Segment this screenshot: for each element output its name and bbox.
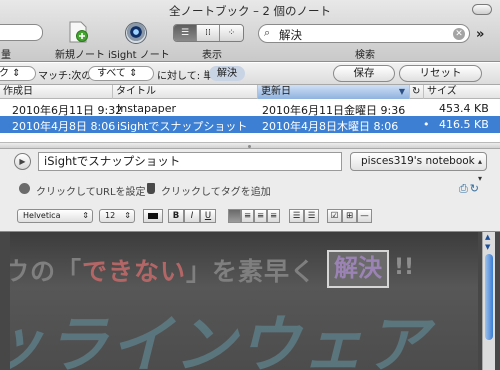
note-content-view[interactable]: ウの「できない」を素早く 解決 !! ッラインウェア ▲ ▼ xyxy=(0,231,500,370)
align-justify-icon[interactable]: ≡ xyxy=(267,209,280,223)
align-right-icon[interactable]: ≡ xyxy=(254,209,267,223)
italic-button[interactable]: I xyxy=(184,209,200,223)
search-query: 解決 xyxy=(279,28,302,42)
snapshot-big-text: ッラインウェア xyxy=(10,308,431,370)
match-label: マッチ:次の xyxy=(38,71,92,82)
notebook-select-value: pisces319's notebook xyxy=(361,155,475,167)
note-list-header: 作成日 タイトル 更新日 ▼ ↻ サイズ xyxy=(0,85,500,99)
headline-middle: 」を素早く xyxy=(186,257,317,286)
numbered-list-icon[interactable]: ☰ xyxy=(304,209,319,223)
toolbar-toggle-button[interactable] xyxy=(472,4,492,15)
window-toolbar: 全ノートブック – 2 個のノート 量 新規ノート iSight ノート ☰ ⁞… xyxy=(0,0,500,62)
set-url-link[interactable]: クリックしてURLを設定 xyxy=(36,183,146,198)
align-center-icon[interactable]: ≡ xyxy=(241,209,254,223)
url-compass-icon xyxy=(19,183,30,194)
search-highlight: 解決 xyxy=(327,250,389,288)
isight-camera-icon[interactable] xyxy=(125,22,147,44)
scroll-down-icon[interactable]: ▼ xyxy=(485,243,490,251)
toolbar-cutoff-label: 量 xyxy=(1,50,11,61)
scroll-up-icon[interactable]: ▲ xyxy=(485,233,490,241)
font-family-value: Helvetica xyxy=(23,211,61,220)
note-size: 416.5 KB xyxy=(439,118,489,131)
bold-button[interactable]: B xyxy=(168,209,184,223)
search-label: 検索 xyxy=(355,50,375,61)
search-scope-bar: ク ⇕ マッチ:次の すべて ⇕ に対して: 単語 解決 保存 リセット xyxy=(0,63,500,85)
search-input[interactable]: ⌕ 解決 ✕ xyxy=(258,24,470,43)
note-title: Instapaper xyxy=(117,102,176,115)
note-meta-row: クリックしてURLを設定 クリックしてタグを追加 ⎙↻ xyxy=(0,182,500,198)
bullet-list-icon[interactable]: ☰ xyxy=(289,209,304,223)
scope-popup-label: ク xyxy=(0,68,9,79)
note-title-field[interactable]: iSightでスナップショット xyxy=(38,152,342,171)
pane-splitter[interactable] xyxy=(0,142,500,149)
font-size-value: 12 xyxy=(105,211,116,220)
unsynced-dot-icon: • xyxy=(423,118,430,131)
view-label: 表示 xyxy=(202,50,222,61)
search-term-token[interactable]: 解決 xyxy=(209,66,245,81)
notebook-select[interactable]: pisces319's notebook ▴ ▾ xyxy=(350,152,487,183)
play-icon[interactable]: ▶ xyxy=(14,153,31,170)
column-title[interactable]: タイトル xyxy=(113,85,258,99)
note-list: 2010年6月11日 9:32 Instapaper 2010年6月11日金曜日… xyxy=(0,100,500,142)
toolbar-cutoff-control[interactable] xyxy=(0,24,43,41)
horizontal-rule-icon[interactable]: — xyxy=(357,209,372,223)
headline-emphasis: できない xyxy=(82,257,187,286)
window-title: 全ノートブック – 2 個のノート xyxy=(168,4,332,18)
toolbar-overflow-icon[interactable]: » xyxy=(476,27,484,42)
checkbox-icon[interactable]: ☑ xyxy=(327,209,342,223)
share-sync-icon[interactable]: ⎙↻ xyxy=(459,182,481,196)
sort-descending-icon: ▼ xyxy=(398,87,405,96)
note-updated: 2010年4月8日木曜日 8:06 xyxy=(262,120,399,133)
list-view-icon[interactable]: ☰ xyxy=(174,25,197,41)
new-note-icon[interactable] xyxy=(68,21,88,43)
save-search-button[interactable]: 保存 xyxy=(333,65,395,82)
note-created: 2010年4月8日 8:06 xyxy=(12,120,116,133)
column-created[interactable]: 作成日 xyxy=(0,85,113,99)
new-note-label[interactable]: 新規ノート xyxy=(55,46,105,61)
snapshot-headline: ウの「できない」を素早く xyxy=(10,252,316,288)
text-color-button[interactable] xyxy=(143,209,163,223)
isight-note-label[interactable]: iSight ノート xyxy=(108,46,170,61)
note-title: iSightでスナップショット xyxy=(117,120,248,133)
vertical-scrollbar[interactable]: ▲ ▼ xyxy=(482,232,495,370)
view-mode-segmented-control[interactable]: ☰ ⁞⁞ ⁘ xyxy=(173,24,244,42)
column-size[interactable]: サイズ xyxy=(424,85,500,99)
headline-end: !! xyxy=(394,255,415,280)
align-left-icon[interactable] xyxy=(228,209,241,223)
headline-start: ウの「 xyxy=(10,257,83,286)
search-icon: ⌕ xyxy=(264,26,271,39)
table-row[interactable]: 2010年6月11日 9:32 Instapaper 2010年6月11日金曜日… xyxy=(0,100,500,117)
reset-search-button[interactable]: リセット xyxy=(399,65,482,82)
match-type-value: すべて xyxy=(97,68,126,79)
thumbnail-view-icon[interactable]: ⁘ xyxy=(220,25,243,41)
clear-search-icon[interactable]: ✕ xyxy=(453,28,465,40)
column-updated-label: 更新日 xyxy=(261,86,291,97)
underline-button[interactable]: U xyxy=(200,209,216,223)
note-editor-header: ▶ iSightでスナップショット pisces319's notebook ▴… xyxy=(0,149,500,231)
split-view-icon[interactable]: ⁞⁞ xyxy=(197,25,220,41)
font-family-select[interactable]: Helvetica ⇕ xyxy=(17,209,93,223)
table-icon[interactable]: ⊞ xyxy=(342,209,357,223)
note-size: 453.4 KB xyxy=(439,102,489,115)
match-type-popup[interactable]: すべて ⇕ xyxy=(88,66,154,81)
snapshot-image: ウの「できない」を素早く 解決 !! ッラインウェア xyxy=(10,232,478,370)
column-updated[interactable]: 更新日 ▼ xyxy=(258,85,410,99)
sync-column-icon[interactable]: ↻ xyxy=(410,85,424,99)
scroll-thumb[interactable] xyxy=(485,254,493,340)
tag-icon xyxy=(147,183,155,194)
format-bar: Helvetica ⇕ 12 ⇕ B I U ≡ ≡ ≡ ☰ ☰ ☑ ⊞ — xyxy=(0,207,500,228)
add-tag-link[interactable]: クリックしてタグを追加 xyxy=(161,183,271,198)
font-size-select[interactable]: 12 ⇕ xyxy=(99,209,135,223)
table-row[interactable]: 2010年4月8日 8:06 iSightでスナップショット 2010年4月8日… xyxy=(0,116,500,133)
scope-popup[interactable]: ク ⇕ xyxy=(0,66,36,81)
